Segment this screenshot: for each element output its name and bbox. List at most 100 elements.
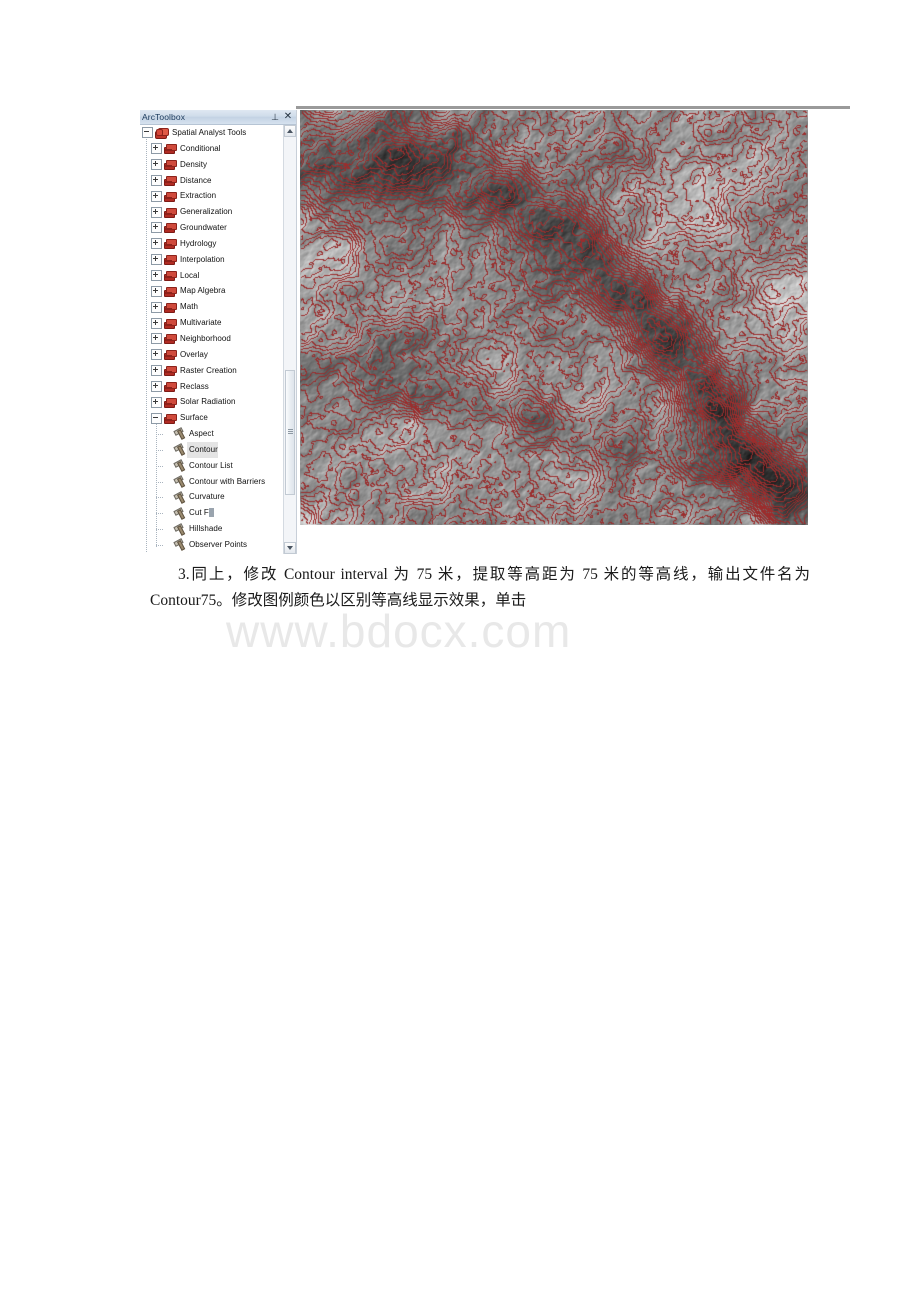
collapse-minus-icon[interactable] xyxy=(142,127,153,139)
toolbox-icon xyxy=(164,207,177,218)
expand-plus-icon[interactable] xyxy=(151,174,162,186)
toolbox-tree-scrollbar[interactable] xyxy=(283,125,296,554)
tree-item-generalization[interactable]: Generalization xyxy=(140,204,284,220)
tree-item-interpolation[interactable]: Interpolation xyxy=(140,252,284,268)
scroll-thumb[interactable] xyxy=(285,370,295,495)
tree-item-label: Aspect xyxy=(189,429,214,439)
toolbox-icon xyxy=(164,159,177,171)
map-data-frame[interactable] xyxy=(300,110,808,525)
tree-item-label: Density xyxy=(180,159,208,169)
tree-item-surface[interactable]: Surface xyxy=(140,410,284,426)
toolbox-icon xyxy=(164,318,177,329)
expand-plus-icon[interactable] xyxy=(151,333,162,345)
tree-item-hillshade[interactable]: Hillshade xyxy=(140,521,284,537)
tree-item-label: Solar Radiation xyxy=(180,397,236,407)
tree-item-curvature[interactable]: Curvature xyxy=(140,489,284,505)
expand-plus-icon[interactable] xyxy=(151,222,162,234)
paragraph-body: 同上，修改 Contour interval 为 75 米，提取等高距为 75 … xyxy=(150,566,810,609)
toolbox-icon xyxy=(164,254,177,266)
hammer-tool-icon xyxy=(173,538,186,552)
tree-item-groundwater[interactable]: Groundwater xyxy=(140,220,284,236)
tree-item-label: Contour xyxy=(187,441,218,458)
tree-item-observer-points[interactable]: Observer Points xyxy=(140,537,284,553)
arcgis-screenshot-figure: ArcToolbox ⊥ ✕ Spatial Analyst Tools Cond… xyxy=(140,106,850,554)
tree-item-distance[interactable]: Distance xyxy=(140,173,284,189)
expand-plus-icon[interactable] xyxy=(151,349,162,361)
tree-item-density[interactable]: Density xyxy=(140,157,284,173)
tree-item-label: Neighborhood xyxy=(180,333,231,343)
tree-guide-connector xyxy=(156,529,163,531)
toolbox-icon xyxy=(164,270,177,282)
toolbox-icon xyxy=(164,175,177,186)
arctoolbox-body: Spatial Analyst Tools Conditional Density D… xyxy=(140,125,296,554)
tree-item-cut-fill[interactable]: Cut Fill xyxy=(140,505,284,521)
hammer-tool-icon xyxy=(173,506,186,520)
hammer-tool-icon xyxy=(173,522,186,536)
tree-item-reclass[interactable]: Reclass xyxy=(140,379,284,395)
arctoolbox-title: ArcToolbox xyxy=(142,112,186,122)
arctoolbox-titlebar: ArcToolbox ⊥ ✕ xyxy=(140,110,296,125)
tree-item-contour-with-barriers[interactable]: Contour with Barriers xyxy=(140,474,284,490)
expand-plus-icon[interactable] xyxy=(151,143,162,155)
expand-plus-icon[interactable] xyxy=(151,159,162,171)
expand-plus-icon[interactable] xyxy=(151,396,162,408)
tree-item-solar-radiation[interactable]: Solar Radiation xyxy=(140,394,284,410)
scroll-down-arrow[interactable] xyxy=(284,542,296,554)
tree-item-aspect[interactable]: Aspect xyxy=(140,426,284,442)
tree-item-math[interactable]: Math xyxy=(140,299,284,315)
toolbox-icon xyxy=(164,381,177,392)
scroll-up-arrow[interactable] xyxy=(284,125,296,137)
tree-item-label: Cut Fill xyxy=(189,508,215,518)
close-icon[interactable]: ✕ xyxy=(283,112,293,122)
expand-plus-icon[interactable] xyxy=(151,238,162,250)
tree-guide-connector xyxy=(156,465,163,467)
tree-guide-connector xyxy=(156,481,163,483)
toolbox-icon xyxy=(164,333,177,345)
tree-guide-connector xyxy=(156,449,163,451)
expand-plus-icon[interactable] xyxy=(151,190,162,202)
tree-item-label: Contour with Barriers xyxy=(189,476,266,486)
toolbox-icon xyxy=(164,222,177,234)
toolbox-tree[interactable]: Spatial Analyst Tools Conditional Density D… xyxy=(140,125,284,554)
tree-item-label: Overlay xyxy=(180,349,208,359)
tree-item-label: Math xyxy=(180,302,198,312)
tree-item-contour[interactable]: Contour xyxy=(140,441,284,458)
expand-plus-icon[interactable] xyxy=(151,254,162,266)
toolbox-icon xyxy=(164,349,177,361)
tree-guide-connector xyxy=(156,513,163,515)
expand-plus-icon[interactable] xyxy=(151,380,162,392)
tree-item-map-algebra[interactable]: Map Algebra xyxy=(140,283,284,299)
tree-item-local[interactable]: Local xyxy=(140,268,284,284)
site-watermark: www.bdocx.com xyxy=(226,605,572,657)
expand-plus-icon[interactable] xyxy=(151,206,162,218)
pushpin-icon[interactable]: ⊥ xyxy=(270,112,280,122)
tree-item-raster-creation[interactable]: Raster Creation xyxy=(140,363,284,379)
tree-item-conditional[interactable]: Conditional xyxy=(140,141,284,157)
expand-plus-icon[interactable] xyxy=(151,301,162,313)
expand-plus-icon[interactable] xyxy=(151,270,162,282)
tree-item-neighborhood[interactable]: Neighborhood xyxy=(140,331,284,347)
tree-item-hydrology[interactable]: Hydrology xyxy=(140,236,284,252)
tree-item-label: Generalization xyxy=(180,207,233,217)
tree-item-label: Surface xyxy=(180,413,208,423)
tree-item-label: Hillshade xyxy=(189,524,223,534)
tree-item-contour-list[interactable]: Contour List xyxy=(140,458,284,474)
figure-top-rule xyxy=(296,106,850,109)
tree-item-extraction[interactable]: Extraction xyxy=(140,188,284,204)
hammer-tool-icon xyxy=(173,491,186,504)
tree-item-label: Spatial Analyst Tools xyxy=(172,128,247,137)
expand-plus-icon[interactable] xyxy=(151,317,162,329)
contour-hillshade-canvas[interactable] xyxy=(300,110,808,525)
tree-item-label: Groundwater xyxy=(180,223,227,233)
collapse-minus-icon[interactable] xyxy=(151,412,162,424)
tree-item-label: Raster Creation xyxy=(180,365,237,375)
hammer-tool-icon xyxy=(173,459,186,472)
tree-item-label: Reclass xyxy=(180,381,209,391)
tree-item-label: Contour List xyxy=(189,460,233,470)
tree-item-spatial-analyst-tools[interactable]: Spatial Analyst Tools xyxy=(140,125,284,141)
toolbox-icon xyxy=(164,143,177,155)
expand-plus-icon[interactable] xyxy=(151,285,162,297)
tree-item-overlay[interactable]: Overlay xyxy=(140,347,284,363)
tree-item-multivariate[interactable]: Multivariate xyxy=(140,315,284,331)
expand-plus-icon[interactable] xyxy=(151,365,162,377)
